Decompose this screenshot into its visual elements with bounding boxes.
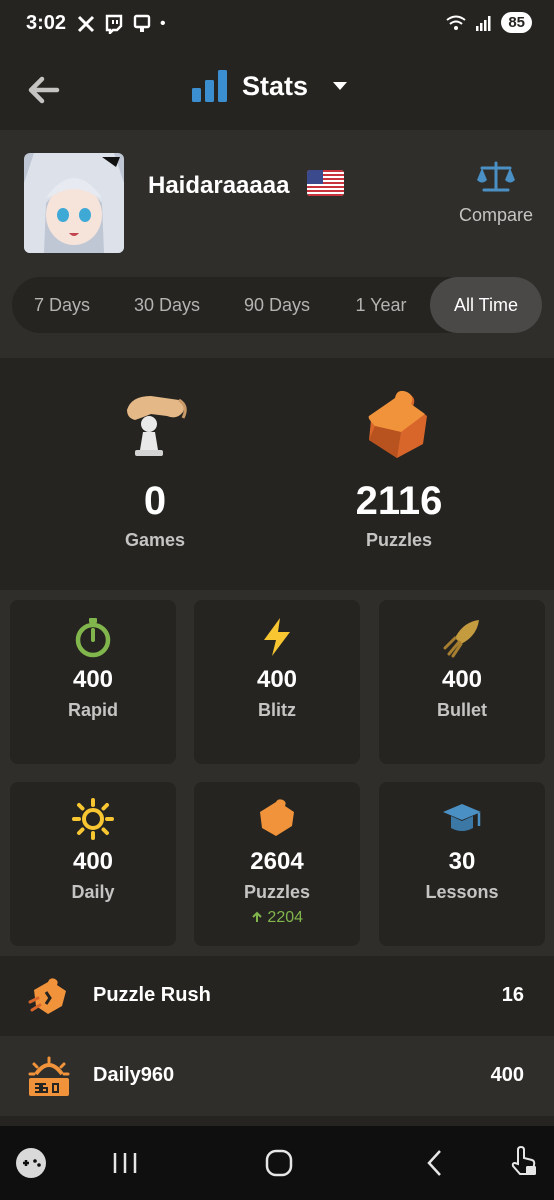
- status-time: 3:02: [26, 12, 67, 34]
- card-lessons[interactable]: 30 Lessons: [379, 782, 545, 946]
- tab-7-days[interactable]: 7 Days: [12, 277, 112, 333]
- chevron-left-icon: [427, 1150, 441, 1176]
- arrow-left-icon: [28, 76, 60, 104]
- avatar-image: [24, 153, 124, 253]
- battery-indicator: 85: [501, 12, 532, 33]
- touch-lock-icon: [511, 1145, 536, 1175]
- daily960-label: Daily960: [93, 1064, 175, 1086]
- us-flag-icon: [307, 170, 344, 196]
- rapid-label: Rapid: [67, 700, 118, 720]
- caret-down-icon: [333, 82, 348, 90]
- card-blitz[interactable]: 400 Blitz: [194, 600, 360, 764]
- system-back-button[interactable]: [420, 1148, 450, 1183]
- tab-90-days[interactable]: 90 Days: [222, 277, 332, 333]
- sun-icon: [72, 798, 114, 840]
- wifi-icon: [446, 15, 466, 30]
- arrow-up-icon: [252, 911, 262, 922]
- cast-icon: [133, 14, 151, 32]
- signal-icon: [476, 15, 491, 31]
- recent-apps-button[interactable]: [110, 1150, 140, 1181]
- hand-pawn-icon: [127, 396, 187, 456]
- overview-section: 0 Games 2116 Puzzles: [0, 358, 554, 590]
- lessons-count: 30: [448, 848, 476, 875]
- daily960-icon: [28, 1056, 70, 1096]
- rating-cards: 400 Rapid 400 Blitz 400 Bullet 400 Daily: [0, 590, 554, 956]
- puzzle-rush-label: Puzzle Rush: [93, 984, 211, 1006]
- daily-label: Daily: [71, 882, 115, 902]
- blitz-label: Blitz: [258, 700, 296, 720]
- recent-apps-icon: [113, 1153, 137, 1173]
- lessons-label: Lessons: [425, 882, 499, 902]
- puzzles-summary[interactable]: 2116 Puzzles: [299, 386, 499, 551]
- puzzles-best-rating: 2204: [194, 909, 360, 927]
- puzzles-card-label: Puzzles: [243, 882, 311, 902]
- compare-label: Compare: [458, 205, 534, 225]
- home-button[interactable]: [264, 1148, 294, 1183]
- row-daily960[interactable]: Daily960 400: [0, 1036, 554, 1116]
- stopwatch-icon: [75, 618, 111, 658]
- puzzle-piece-icon: [368, 390, 427, 458]
- gamepad-icon: [16, 1148, 46, 1178]
- tab-all-time[interactable]: All Time: [430, 277, 542, 333]
- graduation-cap-icon: [443, 804, 481, 831]
- stats-dropdown[interactable]: Stats: [190, 68, 350, 104]
- card-puzzles[interactable]: 2604 Puzzles 2204: [194, 782, 360, 946]
- game-launcher-button[interactable]: [14, 1146, 48, 1185]
- puzzle-rush-icon: [28, 978, 66, 1014]
- tab-30-days[interactable]: 30 Days: [112, 277, 222, 333]
- games-label: Games: [124, 530, 186, 550]
- puzzles-delta-value: 2204: [267, 909, 304, 926]
- username[interactable]: Haidaraaaaa: [148, 172, 289, 200]
- bullet-rating: 400: [441, 666, 483, 693]
- status-bar: 3:02 • 85: [0, 0, 554, 52]
- system-navigation-bar: [0, 1126, 554, 1200]
- puzzle-rush-score: 16: [501, 984, 524, 1006]
- profile-section: Haidaraaaaa Compare 7 Days 30 Days 90 Da…: [0, 130, 554, 358]
- blitz-rating: 400: [256, 666, 298, 693]
- notification-dot: •: [160, 15, 166, 32]
- tab-1-year[interactable]: 1 Year: [332, 277, 430, 333]
- games-summary[interactable]: 0 Games: [55, 386, 255, 551]
- card-bullet[interactable]: 400 Bullet: [379, 600, 545, 764]
- scales-icon: [477, 161, 515, 192]
- notification-icons: •: [76, 14, 166, 34]
- back-button[interactable]: [24, 70, 64, 110]
- games-count: 0: [143, 479, 167, 523]
- daily960-rating: 400: [490, 1064, 524, 1086]
- card-daily[interactable]: 400 Daily: [10, 782, 176, 946]
- puzzle-icon: [260, 799, 294, 836]
- rocket-icon: [443, 620, 479, 658]
- bar-chart-icon: [192, 70, 227, 102]
- puzzles-label: Puzzles: [365, 530, 433, 550]
- card-rapid[interactable]: 400 Rapid: [10, 600, 176, 764]
- page-title: Stats: [242, 70, 309, 101]
- lightning-icon: [264, 618, 290, 656]
- top-bar: Stats: [0, 52, 554, 130]
- daily-rating: 400: [72, 848, 114, 875]
- system-icons: 85: [445, 12, 532, 33]
- puzzles-count: 2116: [355, 479, 443, 523]
- avatar[interactable]: [24, 153, 124, 253]
- compare-button[interactable]: Compare: [456, 160, 536, 226]
- row-puzzle-rush[interactable]: Puzzle Rush 16: [0, 956, 554, 1036]
- twitch-icon: [105, 14, 123, 34]
- bullet-label: Bullet: [436, 700, 487, 720]
- accessibility-button[interactable]: [506, 1144, 540, 1183]
- home-icon: [265, 1149, 293, 1177]
- time-range-tabs: 7 Days 30 Days 90 Days 1 Year All Time: [12, 277, 542, 333]
- rapid-rating: 400: [72, 666, 114, 693]
- x-logo-icon: [77, 15, 95, 33]
- puzzles-rating: 2604: [250, 848, 304, 875]
